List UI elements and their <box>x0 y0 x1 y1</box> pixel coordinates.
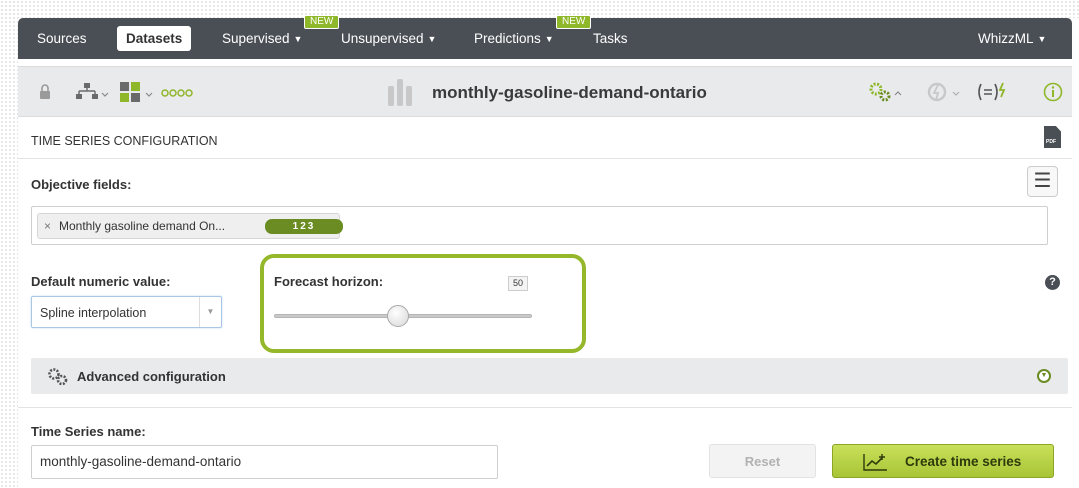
forecast-horizon-value[interactable]: 50 <box>508 276 528 291</box>
nav-unsupervised[interactable]: Unsupervised ▼ <box>341 18 436 59</box>
nav-sources[interactable]: Sources <box>37 18 87 59</box>
one-click-icon[interactable] <box>927 81 961 103</box>
resource-title: monthly-gasoline-demand-ontario <box>432 83 707 102</box>
reset-button[interactable]: Reset <box>709 444 816 478</box>
resource-toolbar: monthly-gasoline-demand-ontario <box>18 66 1072 117</box>
time-series-resource-icon <box>388 79 415 106</box>
slider-handle[interactable] <box>386 305 409 327</box>
more-dots-icon[interactable] <box>161 88 195 98</box>
objective-fields-input[interactable]: × Monthly gasoline demand On... 123 <box>31 206 1048 245</box>
time-series-name-label: Time Series name: <box>31 424 146 439</box>
nav-predictions-label: Predictions <box>474 31 541 46</box>
advanced-configuration-bar[interactable]: Advanced configuration ▼ <box>31 358 1068 394</box>
forecast-horizon-label: Forecast horizon: <box>274 274 384 289</box>
dataset-ops-icon[interactable] <box>119 81 153 103</box>
background-dots <box>0 0 18 488</box>
objective-fields-label: Objective fields: <box>31 177 132 192</box>
forecast-highlight-box <box>260 254 586 353</box>
chevron-down-icon: ▼ <box>199 297 221 327</box>
new-badge: NEW <box>556 15 592 29</box>
chevron-down-icon: ▼ <box>544 34 554 44</box>
nav-predictions[interactable]: Predictions ▼ <box>474 18 554 59</box>
nav-supervised[interactable]: Supervised ▼ <box>222 18 302 59</box>
nav-whizzml-label: WhizzML <box>978 31 1034 46</box>
nav-unsupervised-label: Unsupervised <box>341 31 424 46</box>
nav-tasks[interactable]: Tasks <box>593 18 628 59</box>
top-navbar: Sources Datasets Supervised ▼ NEW Unsuper… <box>18 15 1072 59</box>
nav-supervised-label: Supervised <box>222 31 290 46</box>
chevron-down-icon: ▼ <box>293 34 303 44</box>
create-time-series-label: Create time series <box>905 454 1022 469</box>
pdf-icon[interactable]: PDF <box>1044 126 1061 148</box>
model-tree-icon[interactable] <box>75 82 109 102</box>
nav-datasets[interactable]: Datasets <box>117 26 192 51</box>
checklist-icon: ☰ <box>1033 170 1052 192</box>
help-icon[interactable]: ? <box>1045 275 1060 290</box>
gears-icon <box>48 368 68 386</box>
nav-whizzml[interactable]: WhizzML ▼ <box>978 18 1046 59</box>
background-dots <box>0 0 1079 18</box>
default-numeric-select[interactable]: Spline interpolation ▼ <box>31 296 222 328</box>
advanced-configuration-label: Advanced configuration <box>77 369 226 384</box>
new-badge: NEW <box>304 15 340 29</box>
configure-gears-icon[interactable] <box>868 81 902 103</box>
remove-tag-icon[interactable]: × <box>44 219 51 233</box>
lock-icon[interactable] <box>39 84 51 100</box>
numeric-type-badge: 123 <box>265 219 343 234</box>
divider <box>18 158 1072 159</box>
field-list-button[interactable]: ☰ <box>1027 166 1058 197</box>
create-time-series-button[interactable]: Create time series <box>832 444 1054 478</box>
expand-toggle-icon[interactable]: ▼ <box>1037 369 1051 383</box>
chevron-down-icon: ▼ <box>1037 34 1047 44</box>
divider <box>18 407 1072 408</box>
objective-field-tag-label: Monthly gasoline demand On... <box>59 219 226 233</box>
section-title: TIME SERIES CONFIGURATION <box>31 134 218 148</box>
chevron-down-icon: ▼ <box>427 34 437 44</box>
info-icon[interactable] <box>1043 82 1063 102</box>
time-series-name-input[interactable]: monthly-gasoline-demand-ontario <box>31 445 498 479</box>
default-numeric-label: Default numeric value: <box>31 274 171 289</box>
objective-field-tag: × Monthly gasoline demand On... 123 <box>37 213 343 239</box>
flatline-icon[interactable] <box>976 81 1010 103</box>
time-series-chart-icon <box>863 454 887 471</box>
default-numeric-value: Spline interpolation <box>40 306 147 320</box>
